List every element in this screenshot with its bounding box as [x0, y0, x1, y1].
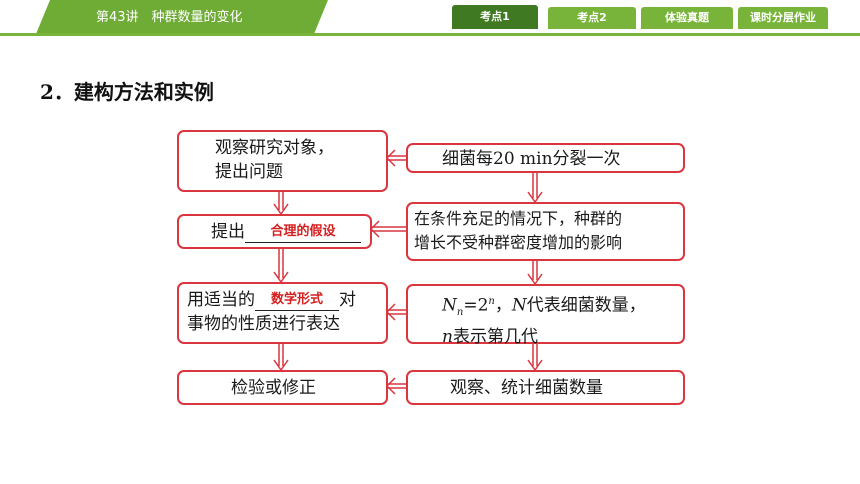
top-bar: 第43讲 种群数量的变化 考点1 考点2 体验真题 课时分层作业	[0, 0, 860, 36]
answer-blank-math-form: 数学形式	[255, 290, 339, 311]
left-step4-text: 检验或修正	[231, 378, 316, 398]
arrow-left1-down	[273, 192, 289, 216]
right-step-observe-count: 观察、统计细菌数量	[406, 370, 685, 405]
tab-kaodian-1[interactable]: 考点1	[452, 5, 538, 29]
formula-N-symbol: N	[511, 295, 527, 316]
right-step1-text: 细菌每20 min分裂一次	[442, 149, 621, 169]
formula-N-description: 代表细菌数量，	[526, 295, 646, 316]
formula-n-symbol: n	[442, 327, 453, 348]
answer-blank-hypothesis: 合理的假设	[245, 222, 361, 243]
right-step-formula: Nn=2n，N代表细菌数量， n表示第几代	[406, 284, 685, 347]
left-step2-prefix: 提出	[211, 222, 245, 242]
left-step-hypothesis: 提出 合理的假设	[177, 214, 372, 249]
tab-tiyan-zhenti[interactable]: 体验真题	[641, 7, 733, 29]
arrow-right1-to-left1	[385, 149, 406, 167]
arrow-right3-to-left3	[385, 303, 406, 321]
lesson-title: 第43讲 种群数量的变化	[96, 10, 243, 25]
arrow-right2-down	[527, 261, 543, 286]
left-step3-suffix: 对	[339, 290, 356, 310]
left-step1-line1: 观察研究对象，	[215, 138, 334, 158]
section-heading: 2．建构方法和实例	[40, 80, 214, 104]
formula-line1: Nn=2n，N代表细菌数量，	[442, 290, 683, 325]
right-step4-text: 观察、统计细菌数量	[450, 378, 603, 398]
left-step1-line2: 提出问题	[215, 162, 283, 182]
left-step3-line2: 事物的性质进行表达	[187, 314, 340, 334]
right-step-bacteria-split: 细菌每20 min分裂一次	[406, 143, 685, 173]
right-step-assumption: 在条件充足的情况下，种群的 增长不受种群密度增加的影响	[406, 202, 685, 261]
formula-n-description: 表示第几代	[452, 327, 538, 348]
right-step2-line2: 增长不受种群密度增加的影响	[414, 233, 623, 252]
formula-equals-two: =2	[463, 295, 489, 316]
tab-keshi-zuoye[interactable]: 课时分层作业	[738, 7, 828, 29]
formula-line2: n表示第几代	[442, 325, 683, 349]
arrow-right4-to-left4	[385, 377, 406, 395]
tab-kaodian-2[interactable]: 考点2	[548, 7, 636, 29]
formula-N: N	[442, 295, 457, 316]
right-step2-line1: 在条件充足的情况下，种群的	[414, 209, 623, 228]
arrow-right1-down	[527, 173, 543, 204]
header-divider	[0, 33, 860, 36]
left-step3-prefix: 用适当的	[187, 290, 255, 310]
arrow-left2-down	[273, 249, 289, 284]
formula-comma: ，	[494, 295, 512, 316]
arrow-left3-down	[273, 344, 289, 372]
left-step-observe: 观察研究对象， 提出问题	[177, 130, 388, 192]
left-step-verify: 检验或修正	[177, 370, 388, 405]
arrow-right2-to-left2	[369, 220, 406, 238]
left-step-math-form: 用适当的 数学形式对 事物的性质进行表达	[177, 282, 388, 344]
